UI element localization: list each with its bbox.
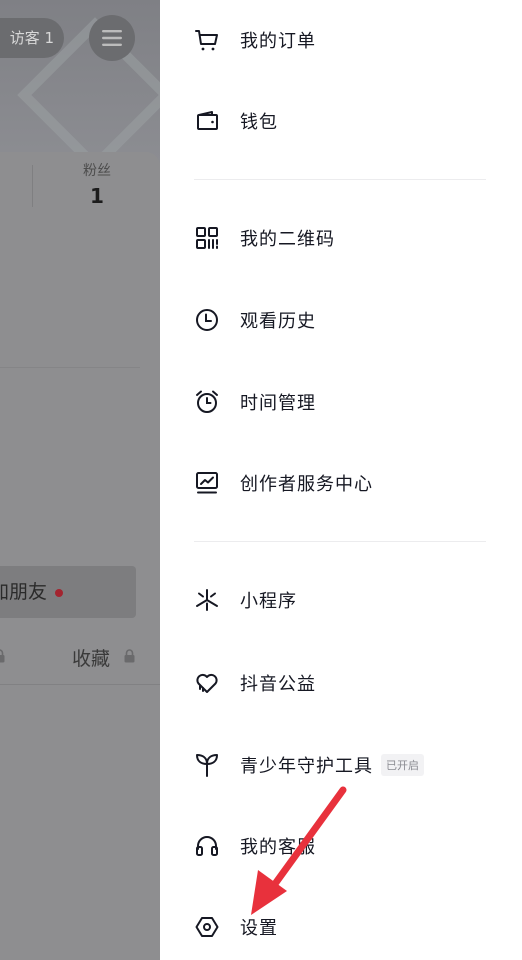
menu-item-creator-center[interactable]: 创作者服务中心: [194, 463, 373, 503]
menu-item-customer-service[interactable]: 我的客服: [194, 826, 316, 866]
menu-item-label: 创作者服务中心: [240, 474, 373, 495]
profile-page-background: 访客 1 粉丝 1 加朋友 收藏: [0, 0, 160, 960]
alarm-clock-icon: [194, 389, 220, 415]
menu-item-label: 我的订单: [240, 31, 316, 52]
visitor-count-pill[interactable]: 访客 1: [0, 18, 64, 58]
menu-item-label: 钱包: [240, 112, 278, 133]
tab-collections[interactable]: 收藏: [72, 644, 110, 671]
menu-item-label: 观看历史: [240, 311, 316, 332]
fans-count[interactable]: 1: [75, 184, 119, 208]
sprout-icon: [194, 752, 220, 778]
wallet-icon: [194, 108, 220, 134]
cart-icon: [194, 27, 220, 53]
menu-item-label: 抖音公益: [240, 674, 316, 695]
headset-icon: [194, 833, 220, 859]
menu-item-label: 时间管理: [240, 393, 316, 414]
qr-code-icon: [194, 225, 220, 251]
menu-item-label: 青少年守护工具: [240, 756, 373, 777]
notification-dot: [55, 588, 64, 597]
menu-group-divider: [194, 179, 486, 180]
menu-item-mini-programs[interactable]: 小程序: [194, 580, 297, 620]
fans-label: 粉丝: [83, 163, 111, 179]
lock-icon: [0, 649, 5, 663]
hamburger-icon: [102, 30, 122, 46]
menu-item-label: 我的客服: [240, 837, 316, 858]
charity-heart-icon: [194, 670, 220, 696]
menu-item-my-qr-code[interactable]: 我的二维码: [194, 218, 335, 258]
menu-item-teen-protection[interactable]: 青少年守护工具 已开启: [194, 745, 424, 785]
menu-item-label: 我的二维码: [240, 229, 335, 250]
menu-item-my-orders[interactable]: 我的订单: [194, 20, 316, 60]
enabled-badge: 已开启: [381, 754, 424, 776]
side-drawer-menu: 我的订单 钱包 我的二维码 观看历史 时间管理 创作者服务中心 小程序 抖音公益…: [160, 0, 522, 960]
menu-item-watch-history[interactable]: 观看历史: [194, 300, 316, 340]
hamburger-menu-button[interactable]: [89, 15, 135, 61]
lock-icon: [124, 649, 135, 663]
add-friend-button[interactable]: 加朋友: [0, 566, 136, 618]
profile-card: [0, 152, 160, 960]
section-divider: [0, 367, 140, 368]
mini-program-icon: [194, 587, 220, 613]
tab-divider: [0, 684, 160, 685]
menu-item-time-management[interactable]: 时间管理: [194, 382, 316, 422]
menu-item-settings[interactable]: 设置: [194, 907, 278, 947]
menu-group-divider: [194, 541, 486, 542]
stat-divider: [32, 165, 33, 207]
add-friend-label: 加朋友: [0, 581, 48, 603]
menu-item-label: 设置: [240, 918, 278, 939]
menu-item-charity[interactable]: 抖音公益: [194, 663, 316, 703]
clock-icon: [194, 307, 220, 333]
menu-item-wallet[interactable]: 钱包: [194, 101, 278, 141]
creator-chart-icon: [194, 470, 220, 496]
settings-hexagon-icon: [194, 914, 220, 940]
menu-item-label: 小程序: [240, 591, 297, 612]
